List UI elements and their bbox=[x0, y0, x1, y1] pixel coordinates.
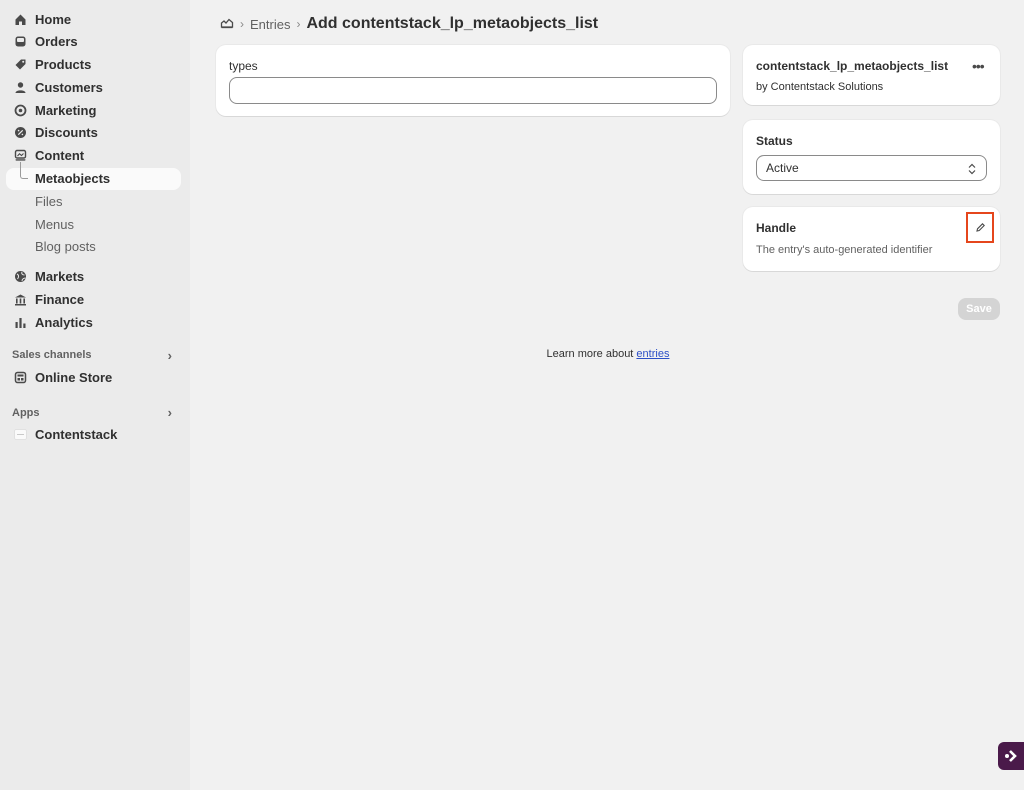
learn-more-text: Learn more about entries bbox=[0, 348, 1024, 360]
sidebar-item-blog-posts[interactable]: Blog posts bbox=[6, 236, 181, 258]
sidebar-item-customers[interactable]: Customers bbox=[6, 76, 181, 98]
status-card: Status Active bbox=[743, 120, 1000, 194]
sidebar-item-label: Analytics bbox=[35, 314, 93, 330]
handle-card: Handle The entry's auto-generated identi… bbox=[743, 207, 1000, 271]
section-label: Apps bbox=[12, 406, 40, 419]
more-actions-icon[interactable]: ••• bbox=[972, 58, 985, 74]
sidebar-item-content[interactable]: Content bbox=[6, 145, 181, 167]
sidebar-item-marketing[interactable]: Marketing bbox=[6, 99, 181, 121]
inbox-icon bbox=[14, 35, 27, 48]
sidebar-item-menus[interactable]: Menus bbox=[6, 213, 181, 235]
breadcrumb: › Entries › Add contentstack_lp_metaobje… bbox=[220, 12, 598, 36]
store-icon bbox=[14, 371, 27, 384]
sidebar-item-label: Contentstack bbox=[35, 427, 118, 443]
breadcrumb-separator: › bbox=[240, 17, 244, 31]
sidebar-item-label: Markets bbox=[35, 269, 85, 285]
discount-icon bbox=[14, 126, 27, 139]
chevron-up-down-icon bbox=[968, 163, 976, 175]
definition-card: contentstack_lp_metaobjects_list ••• by … bbox=[743, 45, 1000, 105]
page-title: Add contentstack_lp_metaobjects_list bbox=[306, 15, 599, 32]
save-button[interactable]: Save bbox=[958, 298, 1000, 320]
sidebar-item-label: Marketing bbox=[35, 102, 97, 118]
content-icon bbox=[14, 149, 27, 162]
types-label: types bbox=[229, 59, 258, 73]
sidebar-item-label: Home bbox=[35, 11, 72, 27]
sidebar-item-label: Online Store bbox=[35, 369, 113, 385]
metaobjects-icon[interactable] bbox=[220, 16, 234, 32]
definition-author: by Contentstack Solutions bbox=[756, 81, 884, 93]
sidebar-item-metaobjects[interactable]: Metaobjects bbox=[6, 161, 181, 190]
edit-handle-button[interactable] bbox=[966, 212, 994, 243]
person-icon bbox=[14, 81, 27, 94]
sidebar-item-label: Menus bbox=[35, 216, 75, 232]
target-icon bbox=[14, 104, 27, 117]
sidebar-item-label: Metaobjects bbox=[35, 171, 111, 187]
definition-name[interactable]: contentstack_lp_metaobjects_list bbox=[756, 59, 948, 73]
handle-description: The entry's auto-generated identifier bbox=[756, 244, 933, 256]
status-select[interactable]: Active bbox=[756, 155, 987, 181]
tag-icon bbox=[14, 58, 27, 71]
sidebar: Home Orders Products Customers Marketing… bbox=[0, 0, 190, 790]
learn-more-prefix: Learn more about bbox=[546, 348, 637, 360]
status-label: Status bbox=[756, 134, 793, 148]
types-card: types bbox=[216, 45, 730, 116]
sidebar-item-label: Content bbox=[35, 148, 85, 164]
chevron-right-icon: › bbox=[167, 405, 172, 421]
sidebar-item-files[interactable]: Files bbox=[6, 190, 181, 212]
tree-connector bbox=[20, 161, 28, 179]
pencil-icon bbox=[975, 223, 985, 232]
sidebar-item-analytics[interactable]: Analytics bbox=[6, 311, 181, 333]
bank-icon bbox=[14, 293, 27, 306]
sidebar-item-label: Finance bbox=[35, 292, 85, 308]
sidebar-item-finance[interactable]: Finance bbox=[6, 289, 181, 311]
sidebar-item-label: Orders bbox=[35, 34, 78, 50]
sidebar-item-label: Products bbox=[35, 57, 92, 73]
sidebar-item-label: Customers bbox=[35, 79, 103, 95]
entries-link[interactable]: entries bbox=[636, 348, 669, 360]
sidebar-item-markets[interactable]: Markets bbox=[6, 266, 181, 288]
apps-header[interactable]: Apps › bbox=[12, 402, 172, 424]
status-selected-value: Active bbox=[766, 161, 799, 175]
breadcrumb-separator: › bbox=[296, 17, 301, 31]
sidebar-item-home[interactable]: Home bbox=[6, 8, 181, 30]
types-input[interactable] bbox=[229, 77, 717, 104]
sidebar-item-label: Discounts bbox=[35, 125, 98, 141]
breadcrumb-entries-link[interactable]: Entries bbox=[250, 17, 290, 32]
sidebar-item-online-store[interactable]: Online Store bbox=[6, 366, 181, 388]
bar-chart-icon bbox=[14, 316, 27, 329]
sidebar-item-label: Files bbox=[35, 193, 63, 209]
sidebar-item-orders[interactable]: Orders bbox=[6, 31, 181, 53]
sidebar-item-products[interactable]: Products bbox=[6, 54, 181, 76]
sidebar-item-discounts[interactable]: Discounts bbox=[6, 122, 181, 144]
sidebar-item-contentstack[interactable]: Contentstack bbox=[6, 424, 181, 446]
handle-label: Handle bbox=[756, 221, 797, 235]
home-icon bbox=[14, 13, 27, 26]
globe-icon bbox=[14, 270, 27, 283]
contentstack-launcher-icon[interactable] bbox=[998, 742, 1024, 770]
app-icon bbox=[14, 428, 27, 441]
sidebar-item-label: Blog posts bbox=[35, 239, 96, 255]
